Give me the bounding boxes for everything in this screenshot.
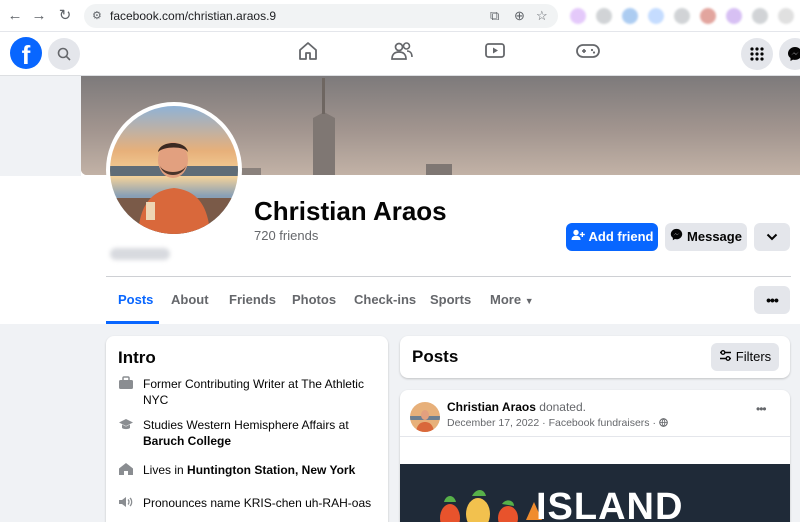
back-icon[interactable]: ←: [6, 7, 24, 25]
mutual-friends-blurred: [110, 248, 170, 260]
search-button[interactable]: [48, 38, 80, 70]
message-button[interactable]: Message: [665, 223, 747, 251]
banner-text: ISLAND: [536, 486, 684, 522]
extension-icon[interactable]: [570, 8, 586, 24]
tab-photos[interactable]: Photos: [292, 292, 336, 307]
active-tab-indicator: [106, 321, 159, 324]
intro-title: Intro: [118, 348, 156, 367]
intro-study-prefix: Studies Western Hemisphere Affairs at: [143, 418, 349, 432]
intro-card: Intro Former Contributing Writer at The …: [106, 336, 388, 522]
tab-sports[interactable]: Sports: [430, 292, 471, 307]
tab-check-ins[interactable]: Check-ins: [354, 292, 416, 307]
fruit-illustration: [440, 490, 542, 522]
site-settings-icon[interactable]: ⚙: [92, 9, 102, 22]
intro-lives-link[interactable]: Huntington Station, New York: [187, 463, 355, 477]
forward-icon[interactable]: →: [30, 7, 48, 25]
post-source[interactable]: Facebook fundraisers: [549, 417, 650, 429]
extension-icon[interactable]: [648, 8, 664, 24]
tab-posts[interactable]: Posts: [118, 292, 153, 307]
more-options-button[interactable]: [754, 223, 790, 251]
messenger-button[interactable]: [779, 38, 800, 70]
video-icon[interactable]: [480, 40, 510, 68]
friends-icon[interactable]: [387, 40, 417, 68]
facebook-logo-icon[interactable]: f: [10, 37, 42, 70]
profile-avatar[interactable]: [106, 102, 242, 238]
add-friend-button[interactable]: Add friend: [566, 223, 658, 251]
posts-header-card: Posts Filters: [400, 336, 790, 378]
reload-icon[interactable]: ↻: [56, 7, 74, 25]
tab-more-label: More: [490, 292, 522, 307]
extension-icon[interactable]: [674, 8, 690, 24]
intro-school-link[interactable]: Baruch College: [143, 434, 231, 448]
url-text: facebook.com/christian.araos.9: [110, 9, 277, 23]
more-dots-icon: •••: [766, 292, 779, 308]
briefcase-icon: [118, 376, 134, 392]
zoom-icon[interactable]: ⊕: [514, 8, 525, 24]
friends-count[interactable]: 720 friends: [254, 228, 318, 243]
tab-friends[interactable]: Friends: [229, 292, 276, 307]
post-author-avatar[interactable]: [410, 402, 440, 432]
extension-icon[interactable]: [700, 8, 716, 24]
message-label: Message: [687, 229, 742, 244]
extension-icon[interactable]: [752, 8, 768, 24]
tab-about[interactable]: About: [171, 292, 209, 307]
add-friend-icon: [571, 223, 585, 251]
post-date[interactable]: December 17, 2022: [447, 417, 539, 429]
extension-icon[interactable]: [778, 8, 794, 24]
speaker-icon: [118, 495, 134, 511]
fundraiser-banner[interactable]: ISLAND: [400, 464, 790, 522]
intro-pronunciation-text: Pronounces name KRIS-chen uh-RAH-oas: [143, 496, 372, 510]
tabs-more-button[interactable]: •••: [754, 286, 790, 314]
home-icon[interactable]: [293, 40, 323, 68]
post-options-icon[interactable]: •••: [756, 402, 767, 416]
search-icon: [57, 47, 71, 61]
bookmark-star-icon[interactable]: ☆: [536, 8, 548, 24]
profile-name: Christian Araos: [254, 196, 447, 226]
messenger-icon: [670, 223, 683, 251]
extension-icon[interactable]: [596, 8, 612, 24]
post-card: Christian Araos donated. December 17, 20…: [400, 390, 790, 522]
filters-label: Filters: [735, 349, 772, 364]
intro-lives-prefix: Lives in: [143, 463, 184, 477]
profile-photo: [110, 106, 238, 234]
add-friend-label: Add friend: [588, 229, 654, 244]
profile-header: Christian Araos 720 friends Add friend M…: [0, 76, 800, 324]
browser-toolbar: ← → ↻ ⚙ facebook.com/christian.araos.9 ⧉…: [0, 0, 800, 32]
caret-down-icon: ▼: [524, 296, 534, 306]
filters-icon: [719, 343, 732, 371]
posts-title: Posts: [412, 347, 459, 366]
tab-more[interactable]: More ▼: [490, 292, 534, 307]
messenger-icon: [788, 47, 800, 61]
filters-button[interactable]: Filters: [711, 343, 779, 371]
graduation-cap-icon: [118, 417, 134, 433]
gaming-icon[interactable]: [573, 40, 603, 68]
home-icon: [118, 462, 134, 478]
address-bar[interactable]: ⚙ facebook.com/christian.araos.9 ⧉ ⊕ ☆: [84, 4, 558, 28]
install-app-icon[interactable]: ⧉: [490, 8, 499, 24]
menu-button[interactable]: [741, 38, 773, 70]
intro-work-text: Former Contributing Writer at The Athlet…: [143, 377, 364, 407]
chevron-down-icon: [766, 233, 778, 241]
globe-icon: [659, 417, 668, 429]
post-action: donated.: [539, 400, 586, 414]
extension-icon[interactable]: [726, 8, 742, 24]
grid-menu-icon: [750, 47, 764, 61]
header-divider: [106, 276, 791, 277]
extension-icon[interactable]: [622, 8, 638, 24]
facebook-navbar: f: [0, 32, 800, 76]
post-author-name[interactable]: Christian Araos: [447, 400, 536, 414]
